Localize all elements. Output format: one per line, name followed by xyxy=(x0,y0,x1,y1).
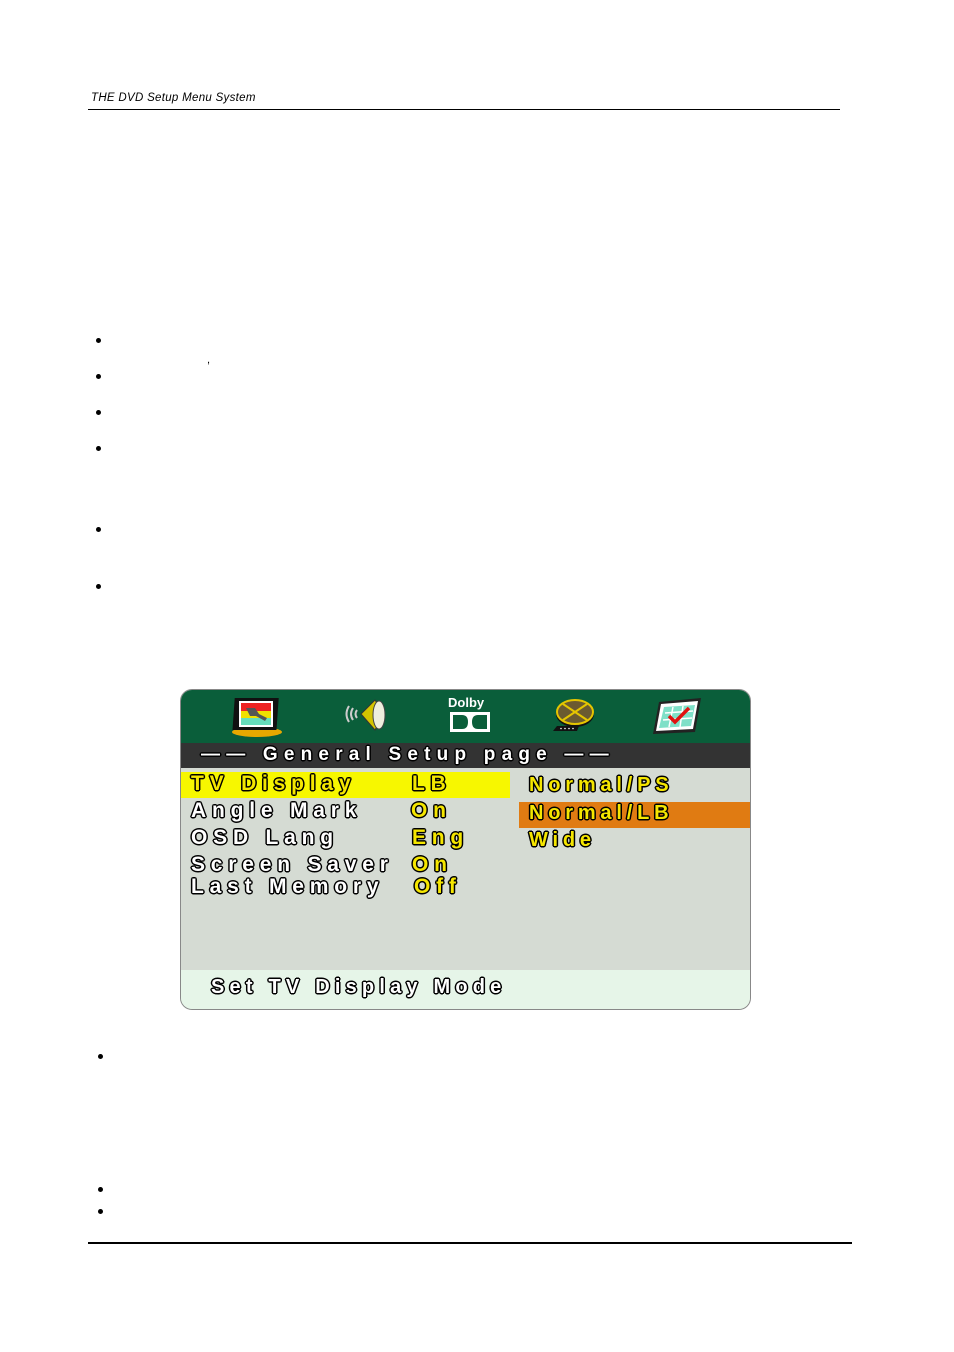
osd-icon-bar: Dolby xyxy=(181,690,750,743)
menu-item-label: Angle Mark xyxy=(191,799,363,822)
bullet xyxy=(96,374,101,379)
menu-item-label: Last Memory xyxy=(191,875,385,898)
menu-item-value: Eng xyxy=(412,826,470,849)
bullet xyxy=(96,338,101,343)
stray-comma: , xyxy=(207,354,211,366)
option-normal-lb[interactable]: Normal/LB xyxy=(529,802,673,825)
dolby-label: Dolby xyxy=(448,695,485,710)
tv-setup-icon[interactable] xyxy=(229,694,289,740)
bullet xyxy=(96,410,101,415)
option-wide[interactable]: Wide xyxy=(529,829,596,852)
bullet xyxy=(98,1209,103,1214)
speaker-audio-icon[interactable] xyxy=(341,696,391,736)
menu-item-value: On xyxy=(412,853,453,876)
menu-item-value: On xyxy=(411,799,452,822)
bullet xyxy=(96,527,101,532)
bullet xyxy=(96,446,101,451)
bullet xyxy=(98,1054,103,1059)
footer-rule xyxy=(88,1242,852,1244)
menu-item-label: TV Display xyxy=(191,772,357,795)
option-normal-ps[interactable]: Normal/PS xyxy=(529,774,673,797)
header-rule xyxy=(88,109,840,110)
film-reel-video-icon[interactable] xyxy=(549,696,597,736)
menu-item-value: Off xyxy=(414,875,462,898)
page-header-title: THE DVD Setup Menu System xyxy=(91,92,256,104)
preference-checklist-icon[interactable] xyxy=(651,696,705,736)
osd-setup-menu: Dolby —— General Setup page —— TV Displa… xyxy=(180,689,751,1010)
osd-status-text: Set TV Display Mode xyxy=(211,976,507,998)
menu-item-label: Screen Saver xyxy=(191,853,394,876)
dolby-icon[interactable]: Dolby xyxy=(443,693,493,737)
osd-page-title: —— General Setup page —— xyxy=(201,744,615,765)
bullet xyxy=(98,1187,103,1192)
menu-item-value: LB xyxy=(412,772,452,795)
menu-item-label: OSD Lang xyxy=(191,826,339,849)
bullet xyxy=(96,584,101,589)
